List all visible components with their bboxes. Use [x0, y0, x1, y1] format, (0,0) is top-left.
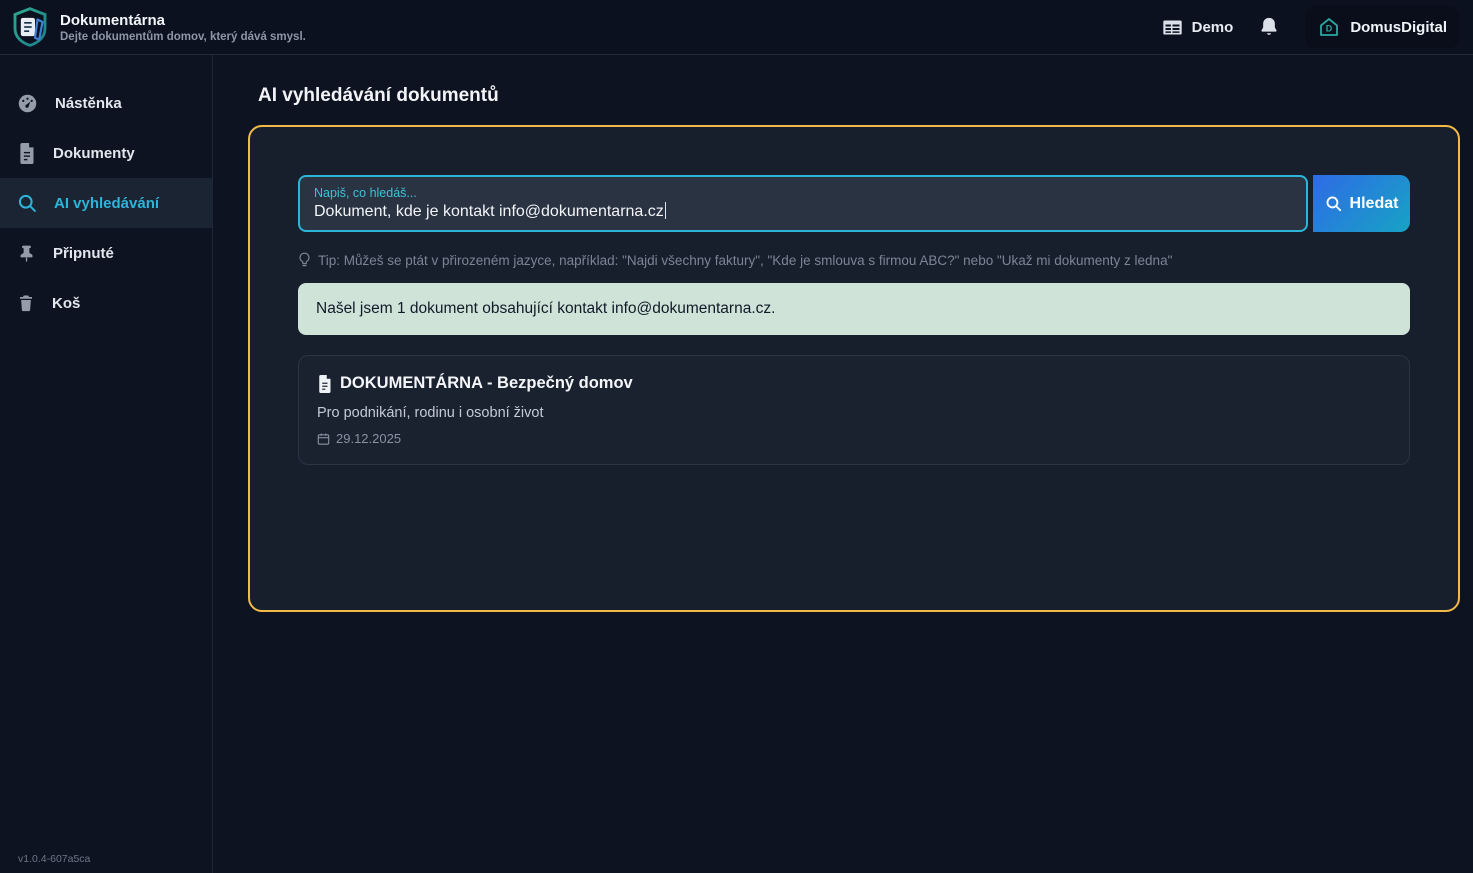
- app-logo-shield-icon: [10, 6, 50, 48]
- sidebar-item-label: Nástěnka: [55, 94, 122, 112]
- trash-icon: [17, 293, 35, 313]
- sidebar-item-label: Dokumenty: [53, 144, 135, 162]
- account-label: DomusDigital: [1350, 18, 1447, 36]
- workspace-label: Demo: [1191, 18, 1234, 36]
- search-input-label: Napiš, co hledáš...: [314, 185, 417, 200]
- result-card[interactable]: DOKUMENTÁRNA - Bezpečný domov Pro podnik…: [298, 355, 1410, 465]
- house-d-icon: D: [1317, 15, 1341, 39]
- app-version: v1.0.4-607a5ca: [18, 853, 91, 865]
- sidebar-item-pripnute[interactable]: Připnuté: [0, 228, 212, 278]
- search-input-value: Dokument, kde je kontakt info@dokumentar…: [314, 201, 1292, 221]
- top-bar: Dokumentárna Dejte dokumentům domov, kte…: [0, 0, 1473, 55]
- result-message: Našel jsem 1 dokument obsahující kontakt…: [298, 283, 1410, 335]
- result-date: 29.12.2025: [336, 431, 402, 446]
- app-tagline: Dejte dokumentům domov, který dává smysl…: [60, 30, 306, 43]
- sidebar-item-nastenka[interactable]: Nástěnka: [0, 78, 212, 128]
- page-title: AI vyhledávání dokumentů: [258, 85, 499, 106]
- text-caret: [664, 201, 667, 219]
- calendar-icon: [317, 432, 330, 446]
- account-menu[interactable]: D DomusDigital: [1305, 6, 1459, 48]
- table-icon: [1162, 17, 1183, 38]
- document-icon: [317, 374, 332, 393]
- result-title: DOKUMENTÁRNA - Bezpečný domov: [340, 374, 633, 392]
- search-tip-text: Tip: Můžeš se ptát v přirozeném jazyce, …: [318, 252, 1173, 268]
- search-tip: Tip: Můžeš se ptát v přirozeném jazyce, …: [298, 252, 1410, 268]
- search-button[interactable]: Hledat: [1313, 175, 1410, 232]
- search-button-label: Hledat: [1349, 194, 1399, 212]
- svg-text:D: D: [1326, 24, 1333, 34]
- sidebar-item-dokumenty[interactable]: Dokumenty: [0, 128, 212, 178]
- sidebar-item-label: Připnuté: [53, 244, 114, 262]
- lightbulb-icon: [298, 252, 311, 268]
- result-subtitle: Pro podnikání, rodinu i osobní život: [317, 405, 544, 421]
- dashboard-gauge-icon: [17, 93, 38, 114]
- notifications-button[interactable]: [1259, 16, 1279, 38]
- sidebar-item-ai-vyhledavani[interactable]: AI vyhledávání: [0, 178, 212, 228]
- bell-icon: [1259, 16, 1279, 38]
- sidebar-item-label: AI vyhledávání: [54, 194, 160, 212]
- sidebar-item-label: Koš: [52, 294, 81, 312]
- search-icon: [17, 193, 37, 213]
- document-icon: [17, 142, 36, 164]
- ai-search-panel: Napiš, co hledáš... Dokument, kde je kon…: [248, 125, 1460, 612]
- search-icon: [1325, 195, 1342, 212]
- app-title: Dokumentárna: [60, 11, 166, 29]
- pin-icon: [17, 243, 36, 264]
- search-input[interactable]: Napiš, co hledáš... Dokument, kde je kon…: [298, 175, 1308, 232]
- app-brand: Dokumentárna Dejte dokumentům domov, kte…: [10, 6, 306, 48]
- sidebar: Nástěnka Dokumenty AI vyhledávání Připnu…: [0, 55, 213, 873]
- main-content: AI vyhledávání dokumentů Napiš, co hledá…: [213, 55, 1473, 873]
- workspace-selector[interactable]: Demo: [1162, 17, 1234, 38]
- sidebar-item-kos[interactable]: Koš: [0, 278, 212, 328]
